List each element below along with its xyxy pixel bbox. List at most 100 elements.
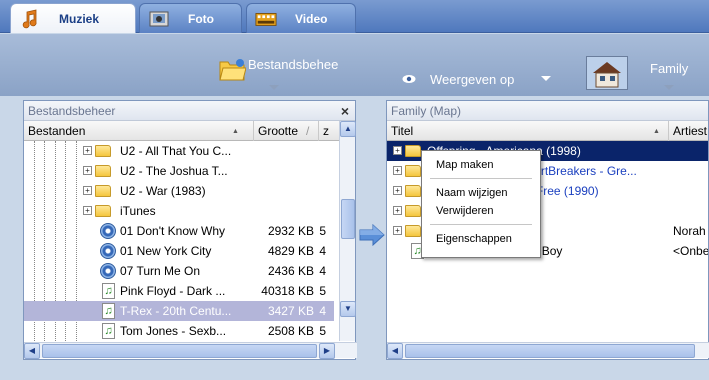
table-row[interactable]: 07 Turn Me On 2436 KB 4 [24, 261, 334, 281]
column-artiest[interactable]: Artiest [669, 121, 709, 141]
music-note-icon [19, 8, 41, 30]
table-row[interactable]: ♫ Pink Floyd - Dark ... 40318 KB 5 [24, 281, 334, 301]
vertical-scrollbar[interactable]: ▲ ▼ [339, 121, 356, 341]
file-size: 2932 KB [267, 224, 314, 238]
chevron-down-icon[interactable] [664, 85, 674, 90]
table-row[interactable]: + U2 - War (1983) [24, 181, 334, 201]
file-extra: 5 [319, 224, 326, 238]
folder-icon [405, 205, 421, 217]
column-bestanden[interactable]: Bestanden ▲ [24, 121, 254, 141]
file-name: U2 - War (1983) [120, 184, 206, 198]
weergeven-op-label: Weergeven op [430, 72, 515, 87]
scroll-thumb[interactable] [42, 344, 317, 358]
column-z[interactable]: z [319, 121, 341, 141]
file-name: U2 - The Joshua T... [120, 164, 228, 178]
file-name: T-Rex - 20th Centu... [120, 304, 232, 318]
music-file-icon: ♫ [102, 303, 115, 319]
table-row[interactable]: + U2 - All That You C... [24, 141, 334, 161]
expand-icon[interactable]: + [393, 226, 402, 235]
file-extra: 5 [319, 324, 326, 338]
panel-title-text: Family (Map) [391, 104, 462, 118]
file-name: 01 Don't Know Why [120, 224, 226, 238]
menu-item-map-maken[interactable]: Map maken [436, 159, 493, 171]
chevron-down-icon[interactable] [269, 85, 279, 90]
table-row[interactable]: + U2 - The Joshua T... [24, 161, 334, 181]
tab-label: Foto [188, 11, 214, 26]
scroll-right-icon[interactable]: ▶ [319, 343, 335, 359]
scroll-down-icon[interactable]: ▼ [340, 301, 356, 317]
scroll-left-icon[interactable]: ◀ [24, 343, 40, 359]
file-name: iTunes [120, 204, 156, 218]
panel-title: Bestandsbeheer × [24, 101, 355, 121]
weergeven-op-button[interactable]: Weergeven op [402, 72, 514, 87]
menu-item-eigenschappen[interactable]: Eigenschappen [436, 233, 512, 245]
film-icon [255, 8, 277, 30]
file-extra: 4 [319, 244, 326, 258]
folder-icon [405, 145, 421, 157]
file-name: 07 Turn Me On [120, 264, 201, 278]
sort-up-icon: ▲ [653, 128, 660, 135]
column-titel[interactable]: Titel ▲ [387, 121, 669, 141]
bestandsbeheer-button[interactable]: Bestandsbehee [218, 56, 338, 85]
folder-icon [405, 165, 421, 177]
expand-icon[interactable]: + [83, 166, 92, 175]
tab-foto[interactable]: Foto [139, 3, 242, 33]
map-artist: <Onbe [673, 244, 708, 258]
table-row[interactable]: 01 Don't Know Why 2932 KB 5 [24, 221, 334, 241]
folder-icon [405, 225, 421, 237]
panel-title-text: Bestandsbeheer [28, 104, 116, 118]
horizontal-scrollbar[interactable]: ◀ [387, 342, 709, 359]
menu-separator [430, 224, 532, 225]
menu-item-verwijderen[interactable]: Verwijderen [436, 205, 493, 217]
horizontal-scrollbar[interactable]: ◀ ▶ [24, 342, 357, 359]
menu-item-naam-wijzigen[interactable]: Naam wijzigen [436, 187, 508, 199]
expand-icon[interactable]: + [393, 206, 402, 215]
camera-icon [148, 8, 170, 30]
cd-audio-icon [100, 243, 116, 259]
folder-icon [95, 185, 111, 197]
tab-muziek[interactable]: Muziek [10, 3, 136, 33]
tab-bar: Muziek Foto Video [0, 0, 709, 33]
toolbar: Bestandsbehee Weergeven op Family [0, 34, 709, 96]
scroll-thumb[interactable] [405, 344, 695, 358]
scroll-up-icon[interactable]: ▲ [340, 121, 356, 137]
file-size: 2508 KB [267, 324, 314, 338]
file-list: + U2 - All That You C... + U2 - The Joshua … [24, 141, 355, 341]
file-size: 40318 KB [261, 284, 314, 298]
column-label: Titel [391, 124, 414, 138]
folder-icon [95, 145, 111, 157]
file-name: Pink Floyd - Dark ... [120, 284, 226, 298]
music-file-icon: ♫ [102, 283, 115, 299]
column-label: Artiest [673, 124, 708, 138]
expand-icon[interactable]: + [83, 186, 92, 195]
folder-icon [405, 185, 421, 197]
tab-video[interactable]: Video [246, 3, 356, 33]
music-file-icon: ♫ [102, 323, 115, 339]
file-extra: 4 [319, 264, 326, 278]
file-extra: 4 [319, 304, 326, 318]
table-row[interactable]: 01 New York City 4829 KB 4 [24, 241, 334, 261]
close-icon[interactable]: × [341, 101, 349, 121]
expand-icon[interactable]: + [83, 146, 92, 155]
cd-audio-icon [100, 223, 116, 239]
expand-icon[interactable]: + [393, 186, 402, 195]
context-menu: Map maken Naam wijzigen Verwijderen Eige… [421, 150, 541, 258]
eye-icon [402, 72, 416, 87]
cd-audio-icon [100, 263, 116, 279]
expand-icon[interactable]: + [393, 166, 402, 175]
family-label: Family [650, 60, 689, 76]
table-row[interactable]: + iTunes [24, 201, 334, 221]
column-grootte[interactable]: Grootte / [254, 121, 319, 141]
file-size: 3427 KB [267, 304, 314, 318]
table-row[interactable]: ♫ T-Rex - 20th Centu... 3427 KB 4 [24, 301, 334, 321]
expand-icon[interactable]: + [83, 206, 92, 215]
table-row[interactable]: ♫ Tom Jones - Sexb... 2508 KB 5 [24, 321, 334, 341]
chevron-down-icon[interactable] [541, 76, 551, 81]
transfer-arrow-icon[interactable] [359, 223, 385, 249]
bestandsbeheer-label: Bestandsbehee [248, 57, 339, 72]
column-separator: / [306, 124, 310, 138]
scroll-thumb[interactable] [341, 199, 355, 239]
column-header: Bestanden ▲ Grootte / z [24, 121, 355, 141]
scroll-left-icon[interactable]: ◀ [387, 343, 403, 359]
expand-icon[interactable]: + [393, 146, 402, 155]
